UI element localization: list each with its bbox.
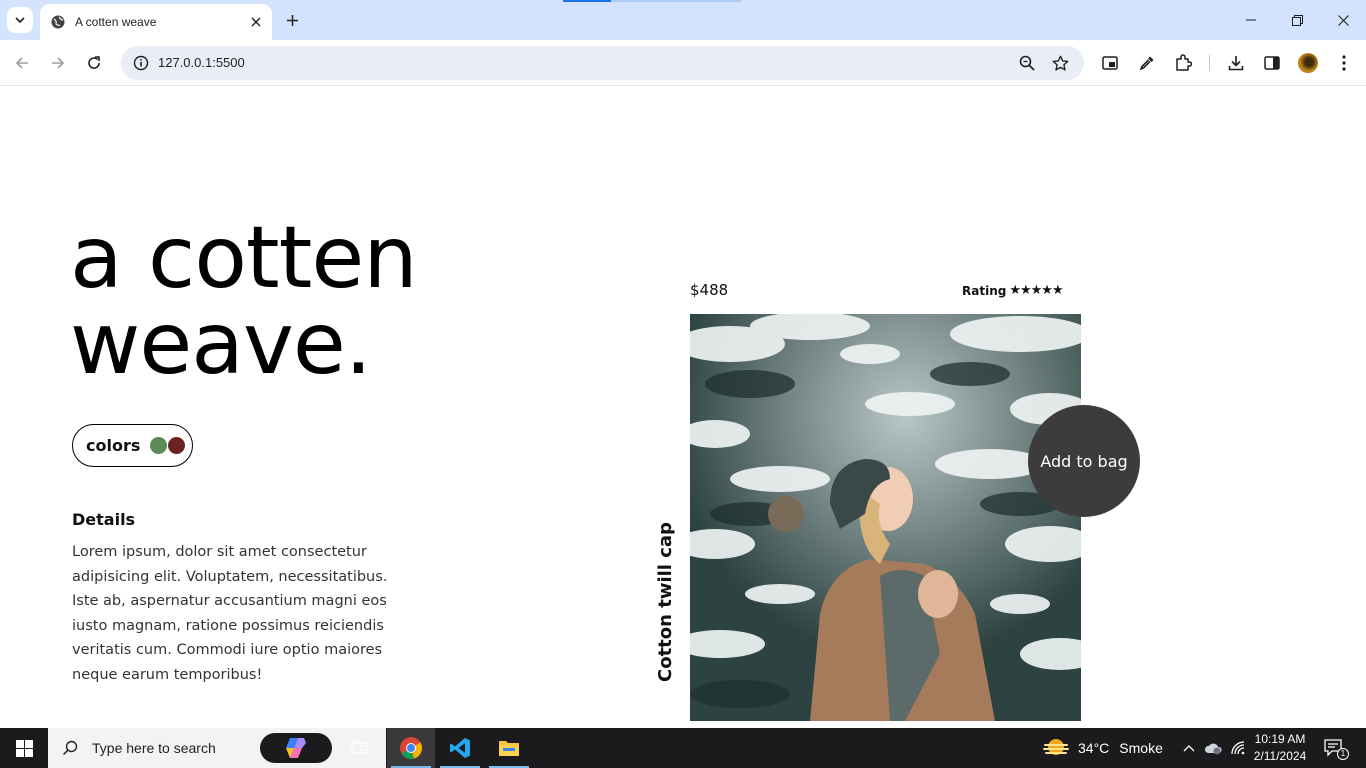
temperature: 34°C [1078,740,1110,756]
add-to-bag-button[interactable]: Add to bag [1028,405,1140,517]
color-swatch-green[interactable] [150,437,168,454]
product-rating: Rating ★★★★★ [962,283,1064,298]
forward-icon [52,57,65,69]
show-hidden-icons-button[interactable] [1179,738,1199,758]
color-swatch-maroon[interactable] [168,437,186,454]
url-text[interactable]: 127.0.0.1:5500 [158,55,245,70]
close-icon [1337,14,1349,26]
tab-strip: A cotten weave [0,0,1366,40]
eyedropper-icon[interactable] [1135,51,1159,75]
puzzle-icon[interactable] [1171,51,1195,75]
minimize-icon [1246,19,1256,21]
loading-indicator-track [611,0,741,2]
clock-time: 10:19 AM [1254,732,1306,746]
toolbar-divider [1209,55,1210,71]
product-name: Cotton twill cap [655,522,676,682]
details-heading: Details [72,510,136,529]
start-button[interactable] [0,728,48,768]
clock-date: 2/11/2024 [1253,749,1307,763]
smoke-weather-icon [1043,739,1069,755]
back-button[interactable] [9,50,35,76]
download-icon[interactable] [1224,51,1248,75]
copilot-button[interactable] [260,733,332,763]
taskbar: Type here to search 34°C Smoke 10:19 AM … [0,728,1366,768]
product-photo [690,314,1081,721]
profile-avatar[interactable] [1298,53,1318,73]
windows-icon [15,739,33,757]
task-view-icon [351,740,368,754]
browser-toolbar: 127.0.0.1:5500 [0,40,1366,86]
bookmark-star-icon[interactable] [1048,51,1072,75]
chrome-taskbar-button[interactable] [387,728,435,768]
reload-icon [88,56,100,69]
chrome-icon [400,737,422,760]
weather-widget[interactable]: 34°C Smoke [1042,728,1163,768]
page-title: a cotten weave. [70,208,418,394]
restore-button[interactable] [1274,0,1320,40]
sidepanel-icon[interactable] [1260,51,1284,75]
notification-center-button[interactable]: 1 [1324,738,1349,760]
kebab-menu-icon[interactable] [1332,51,1356,75]
copilot-icon [286,738,306,758]
search-icon [62,740,78,756]
address-bar[interactable]: 127.0.0.1:5500 [121,46,1084,80]
tab-title: A cotten weave [75,15,157,29]
reload-button[interactable] [81,50,107,76]
product-price: $488 [690,281,729,299]
wifi-icon[interactable] [1228,738,1248,758]
chevron-down-icon [15,17,25,24]
onedrive-icon[interactable] [1203,738,1223,758]
restore-icon [1291,14,1303,26]
notification-count-badge: 1 [1337,748,1349,760]
file-explorer-taskbar-button[interactable] [485,728,533,768]
rating-label: Rating [962,283,1007,298]
search-placeholder: Type here to search [92,740,216,756]
pip-icon[interactable] [1098,51,1122,75]
new-tab-button[interactable] [280,8,304,32]
folder-icon [499,741,519,756]
weather-condition: Smoke [1119,740,1163,756]
task-view-button[interactable] [336,728,384,768]
vscode-taskbar-button[interactable] [436,728,484,768]
colors-label: colors [86,436,141,455]
minimize-button[interactable] [1228,0,1274,40]
loading-indicator [563,0,611,2]
details-description: Lorem ipsum, dolor sit amet consectetur … [72,544,388,683]
globe-icon [50,14,66,30]
colors-selector[interactable]: colors [72,424,193,467]
rating-stars: ★★★★★ [1009,283,1063,298]
web-page: a cotten weave. colors Details Lorem ips… [0,87,1366,728]
active-tab[interactable]: A cotten weave [40,4,272,40]
vscode-icon [450,738,470,758]
system-clock[interactable]: 10:19 AM 2/11/2024 [1248,731,1312,765]
tab-search-button[interactable] [7,7,33,33]
close-tab-icon[interactable] [246,12,266,32]
back-icon [15,57,28,69]
plus-icon [286,14,298,26]
zoom-icon[interactable] [1015,51,1039,75]
chevron-up-icon [1183,745,1195,752]
info-icon[interactable] [129,51,153,75]
forward-button[interactable] [45,50,71,76]
close-window-button[interactable] [1320,0,1366,40]
